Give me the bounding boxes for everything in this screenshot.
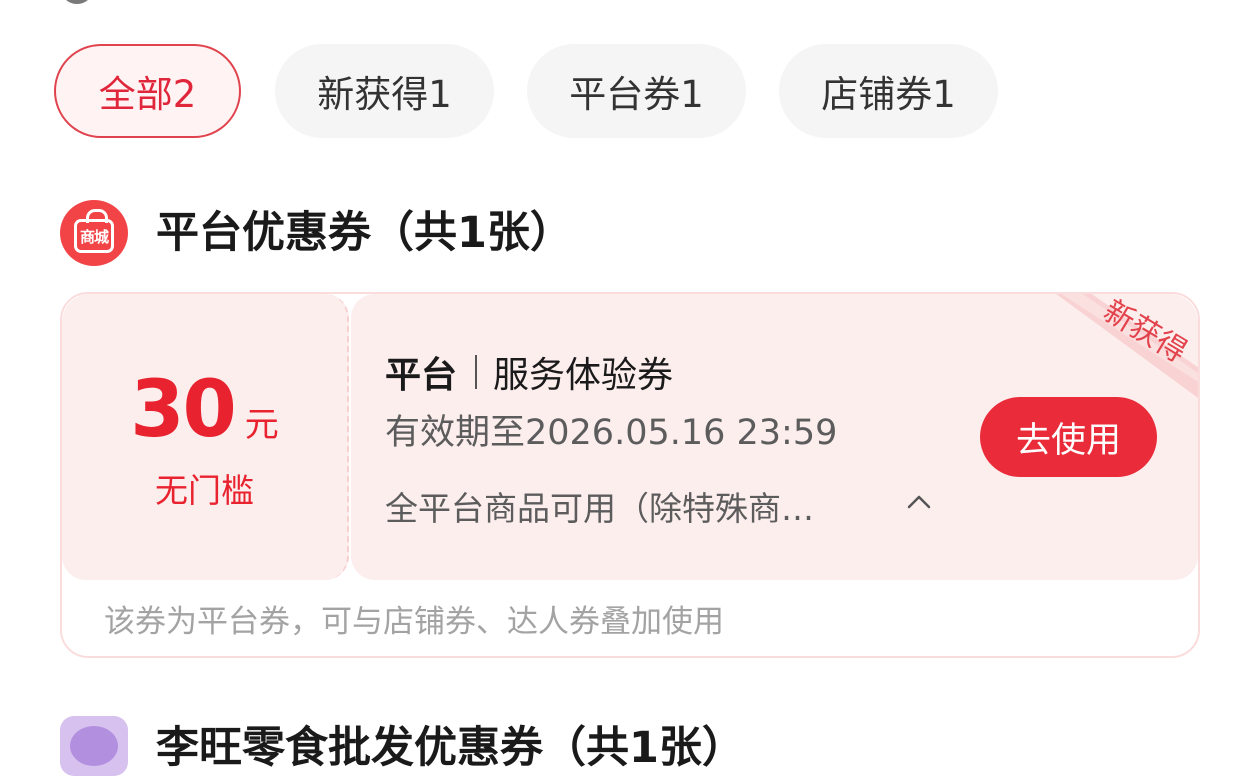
top-avatar-edge — [60, 0, 94, 4]
filter-chip-new[interactable]: 新获得1 — [275, 44, 494, 138]
coupon-value-stub: 30 元 无门槛 — [62, 294, 349, 580]
coupon-type: 平台 — [385, 355, 458, 396]
filter-chip-platform[interactable]: 平台券1 — [527, 44, 746, 138]
filter-chip-shop[interactable]: 店铺券1 — [779, 44, 998, 138]
coupon-scope: 全平台商品可用（除特殊商… — [385, 489, 814, 528]
mall-bag-label: 商城 — [74, 209, 114, 253]
coupon-stacking-note: 该券为平台券，可与店铺券、达人券叠加使用 — [104, 604, 724, 640]
shop-logo-inner — [70, 726, 118, 766]
divider — [475, 355, 478, 389]
use-coupon-label: 去使用 — [1015, 420, 1121, 461]
filter-chip-label: 店铺券1 — [821, 73, 956, 116]
filter-chip-all[interactable]: 全部2 — [54, 44, 241, 138]
coupon-threshold: 无门槛 — [155, 471, 254, 510]
mall-bag-icon: 商城 — [60, 200, 128, 266]
shop-logo-icon — [60, 716, 128, 776]
section-title-shop: 李旺零食批发优惠券（共1张） — [156, 723, 745, 773]
filter-chip-label: 平台券1 — [569, 73, 704, 116]
coupon-type-row: 平台 服务体验券 — [385, 346, 673, 398]
section-title-platform: 平台优惠券（共1张） — [156, 208, 573, 258]
filter-chip-label: 新获得1 — [317, 73, 452, 116]
new-badge-ribbon: 新获得 — [1056, 294, 1198, 398]
coupon-detail: 平台 服务体验券 有效期至2026.05.16 23:59 全平台商品可用（除特… — [351, 294, 1198, 580]
filter-chip-label: 全部2 — [98, 73, 197, 116]
coupon-validity: 有效期至2026.05.16 23:59 — [385, 413, 838, 453]
use-coupon-button[interactable]: 去使用 — [980, 397, 1157, 477]
coupon-unit: 元 — [244, 405, 279, 445]
coupon-name: 服务体验券 — [493, 355, 674, 396]
chevron-up-icon[interactable] — [905, 490, 933, 514]
coupon-amount: 30 — [130, 365, 237, 455]
